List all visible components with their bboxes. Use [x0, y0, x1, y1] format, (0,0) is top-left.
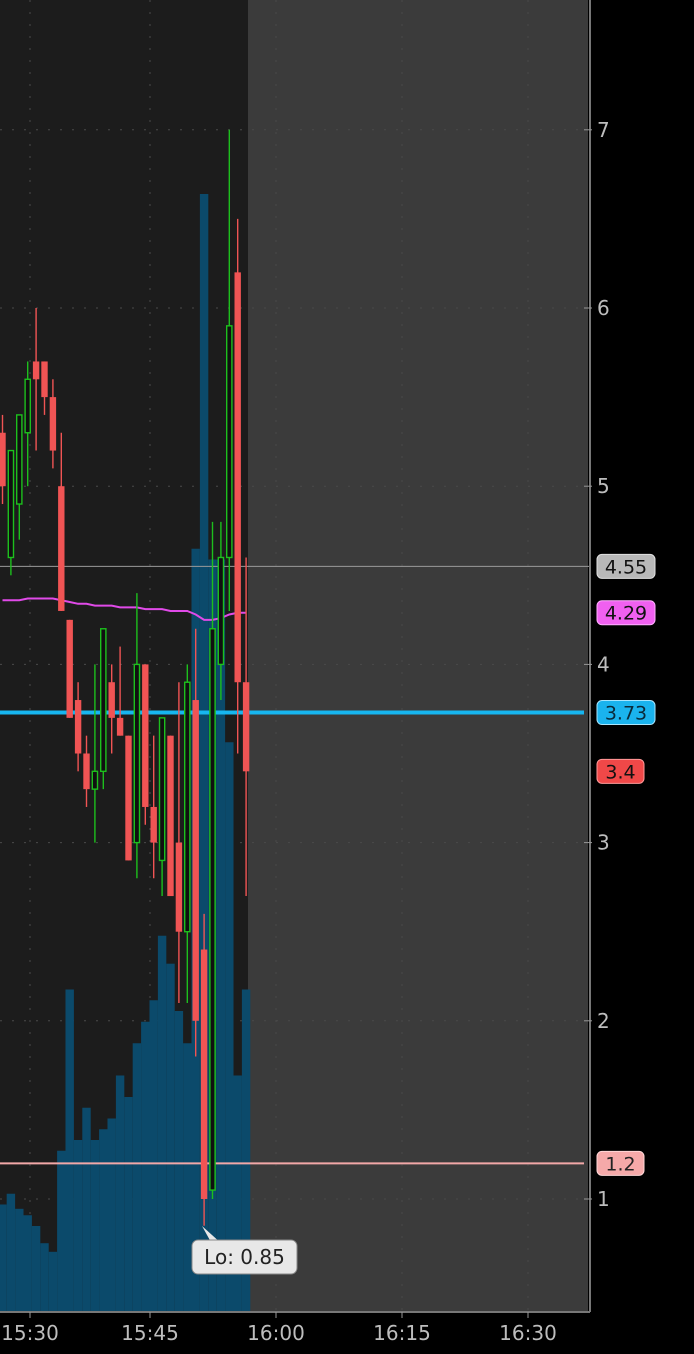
y-tick-label: 1: [597, 1187, 610, 1211]
candle-body-up: [7, 449, 15, 559]
candle-body-down: [142, 664, 149, 807]
low-annotation-text: Lo: 0.85: [204, 1245, 285, 1269]
volume-bar: [157, 935, 167, 1312]
volume-bar: [31, 1226, 41, 1312]
candle-body-down: [200, 949, 208, 1199]
price-badge-label-last: 3.4: [605, 761, 635, 783]
volume-bar: [73, 1140, 83, 1312]
candle-body-down: [242, 682, 250, 772]
volume-bar: [124, 1097, 133, 1312]
candle-body-down: [49, 397, 57, 451]
volume-bar: [149, 1000, 158, 1312]
volume-bar: [23, 1215, 32, 1312]
volume-bar: [225, 742, 234, 1312]
candle-body-up: [225, 325, 233, 559]
volume-bar: [0, 1204, 7, 1312]
candle-body-down: [0, 432, 6, 487]
price-badge-label-vwap: 4.29: [605, 603, 647, 625]
volume-bar: [141, 1021, 150, 1312]
candle-body-down: [108, 682, 115, 718]
volume-bar: [6, 1193, 16, 1312]
volume-bar: [132, 1043, 142, 1312]
volume-bar: [90, 1140, 100, 1312]
candle-body-up: [16, 414, 23, 505]
candle-body-down: [74, 700, 82, 754]
y-tick-label: 2: [597, 1009, 610, 1033]
y-tick-label: 7: [597, 118, 610, 142]
volume-bar: [65, 989, 74, 1312]
volume-bar: [107, 1118, 116, 1312]
volume-bar: [99, 1129, 108, 1312]
candle-body-up: [133, 663, 141, 844]
volume-bar: [15, 1208, 24, 1312]
candle-body-down: [192, 700, 199, 1021]
y-tick-label: 3: [597, 831, 610, 855]
candle-body-up: [99, 628, 107, 773]
x-tick-label: 16:30: [499, 1321, 557, 1345]
candle-body-up: [183, 681, 191, 933]
candle-body-down: [234, 272, 241, 683]
volume-bar: [48, 1251, 58, 1312]
volume-bar: [40, 1243, 49, 1312]
candle-body-down: [167, 735, 174, 897]
candle-body-down: [58, 486, 65, 611]
y-tick-label: 4: [597, 652, 610, 676]
volume-bar: [174, 1011, 184, 1312]
future-area: [248, 0, 588, 1312]
y-tick-label: 5: [597, 474, 610, 498]
candle-body-up: [158, 717, 166, 862]
candle-body-up: [209, 628, 216, 1191]
candle-body-down: [175, 842, 183, 932]
x-tick-label: 15:45: [121, 1321, 179, 1345]
candle-body-down: [150, 806, 157, 843]
volume-bar: [183, 1043, 192, 1312]
volume-bar: [233, 1075, 242, 1312]
volume-bar: [57, 1150, 66, 1312]
price-chart[interactable]: 1 2 3 4 5 6 7 15:30 15:45 16:00 16:15 16:30 4.55 4.…: [0, 0, 694, 1354]
volume-bar: [115, 1075, 125, 1312]
price-badge-label-cyan: 3.73: [605, 703, 647, 725]
candle-body-down: [83, 753, 90, 790]
x-tick-label: 16:15: [373, 1321, 431, 1345]
x-tick-label: 15:30: [1, 1321, 59, 1345]
volume-bar: [82, 1107, 91, 1312]
candle-body-down: [32, 361, 40, 380]
y-tick-label: 6: [597, 296, 610, 320]
volume-bar: [166, 963, 175, 1312]
candle-body-down: [116, 717, 124, 736]
price-badge-label-pink: 1.2: [605, 1153, 635, 1175]
price-badge-label-gray: 4.55: [605, 556, 647, 578]
candle-body-down: [125, 735, 132, 861]
x-tick-label: 16:00: [247, 1321, 305, 1345]
candle-body-up: [91, 770, 99, 790]
candle-body-down: [41, 361, 48, 398]
candle-body-up: [24, 378, 32, 434]
candle-body-up: [217, 556, 225, 666]
candle-body-down: [66, 619, 73, 718]
